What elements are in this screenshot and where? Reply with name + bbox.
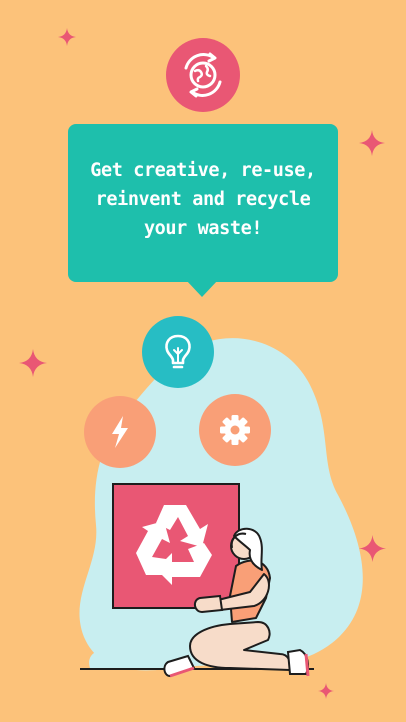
- earth-recycle-icon: [166, 38, 240, 112]
- speech-bubble-tail: [186, 280, 218, 297]
- bush-icon: [89, 637, 156, 668]
- headline-line-3: your waste!: [143, 218, 263, 239]
- sparkle-icon: [359, 130, 385, 156]
- sparkle-icon: [318, 683, 334, 699]
- headline: Get creative, re-use, reinvent and recyc…: [76, 156, 330, 243]
- lightbulb-icon: [142, 316, 214, 388]
- woman-figure: [163, 527, 310, 678]
- headline-line-2: reinvent and recycle: [95, 189, 311, 210]
- poster: Get creative, re-use, reinvent and recyc…: [0, 0, 406, 722]
- sparkle-icon: [19, 349, 47, 377]
- lightning-bolt-icon: [84, 396, 156, 468]
- gear-icon: [199, 394, 271, 466]
- sparkle-icon: [58, 28, 76, 46]
- headline-line-1: Get creative, re-use,: [90, 160, 316, 181]
